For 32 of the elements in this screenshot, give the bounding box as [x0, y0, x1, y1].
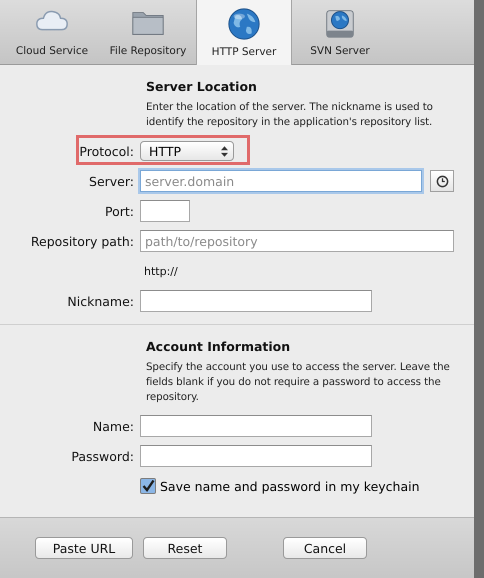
field-label: Password:	[71, 448, 134, 464]
dialog-button[interactable]: Paste URL	[35, 537, 133, 559]
checkbox-label[interactable]: Save name and password in my keychain	[160, 478, 420, 494]
stepper-arrows-icon	[221, 146, 228, 156]
toolbar-tab[interactable]: File Repository	[100, 0, 196, 64]
toolbar-tab[interactable]: HTTP Server	[196, 0, 292, 65]
field-label: Name:	[92, 418, 134, 434]
dialog-button[interactable]: Reset	[143, 537, 227, 559]
field-label: Nickname:	[67, 294, 134, 308]
input-field[interactable]	[140, 200, 190, 222]
section-description: Enter the location of the server. The nickname is used to identify the repository in the application's repository list.	[146, 100, 434, 130]
globe-icon	[226, 6, 262, 42]
toolbar-tab[interactable]: SVN Server	[292, 0, 388, 64]
section-heading: Account Information	[146, 339, 292, 354]
dialog-button[interactable]: Cancel	[283, 537, 367, 559]
password-field[interactable]	[140, 445, 372, 467]
input-field[interactable]: path/to/repository	[140, 230, 454, 252]
field-label: Port:	[105, 204, 134, 218]
checkbox[interactable]	[140, 478, 156, 494]
url-preview: http://	[143, 264, 179, 280]
field-label: Repository path:	[30, 234, 134, 248]
input-field[interactable]: server.domain	[140, 170, 422, 192]
section-description: Specify the account you use to access the server. Leave the fields blank if you do not require a password to access the repository.	[146, 360, 451, 405]
input-field[interactable]	[140, 415, 372, 437]
field-label: Server:	[89, 174, 134, 188]
toolbar-tab[interactable]: Cloud Service	[4, 0, 100, 64]
protocol-dropdown[interactable]: HTTP	[140, 141, 234, 161]
input-field[interactable]	[140, 290, 372, 312]
field-label: Protocol:	[79, 144, 134, 158]
history-button[interactable]	[430, 170, 454, 192]
section-heading: Server Location	[146, 79, 258, 94]
clock-icon	[436, 174, 448, 188]
